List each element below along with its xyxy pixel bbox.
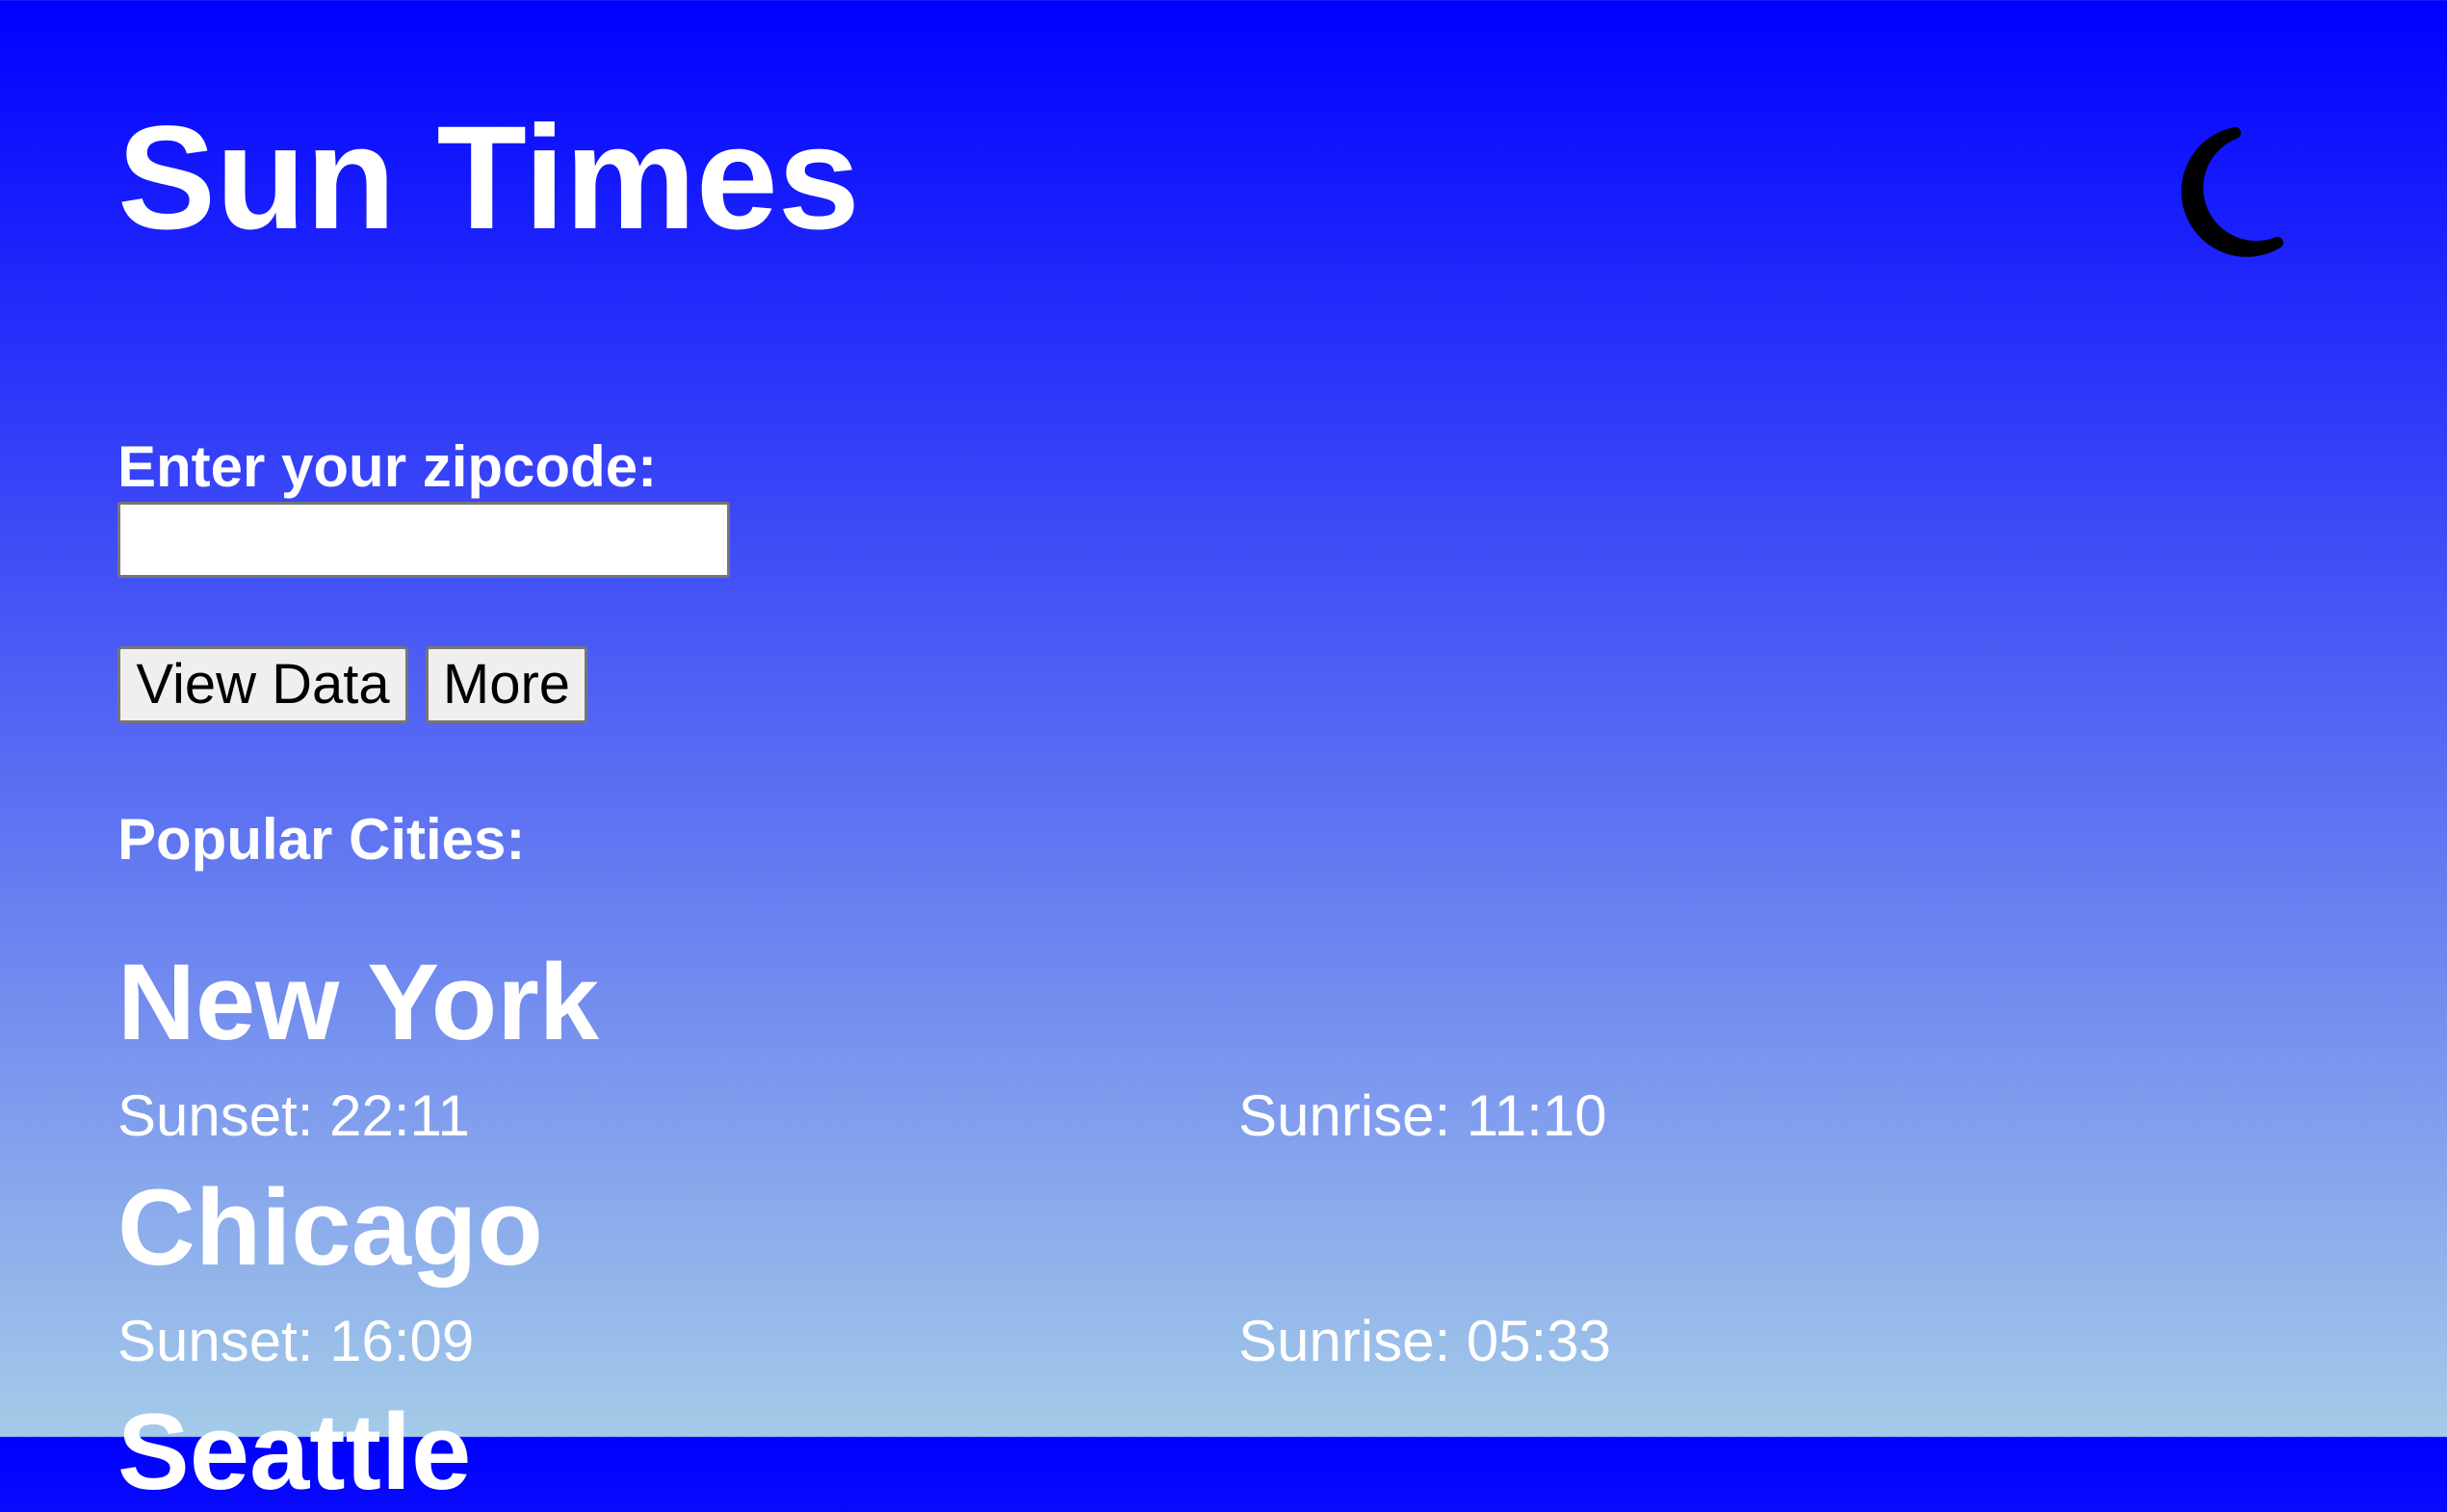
city-name-new-york: New York [117, 942, 600, 1062]
sunrise-time: Sunrise: 11:10 [1238, 1083, 1607, 1148]
zipcode-input[interactable] [117, 502, 730, 578]
theme-toggle-button[interactable] [2157, 123, 2292, 270]
sunrise-time: Sunrise: 05:33 [1238, 1309, 1611, 1373]
sunset-time: Sunset: 22:11 [117, 1083, 470, 1148]
more-button[interactable]: More [426, 646, 587, 723]
popular-cities-heading: Popular Cities: [117, 807, 526, 872]
view-data-button[interactable]: View Data [117, 646, 408, 723]
city-name-seattle: Seattle [117, 1392, 472, 1512]
zipcode-label: Enter your zipcode: [117, 434, 658, 499]
city-name-chicago: Chicago [117, 1167, 543, 1288]
moon-icon [2181, 127, 2283, 257]
sunset-time: Sunset: 16:09 [117, 1309, 475, 1373]
app-title: Sun Times [117, 95, 860, 260]
